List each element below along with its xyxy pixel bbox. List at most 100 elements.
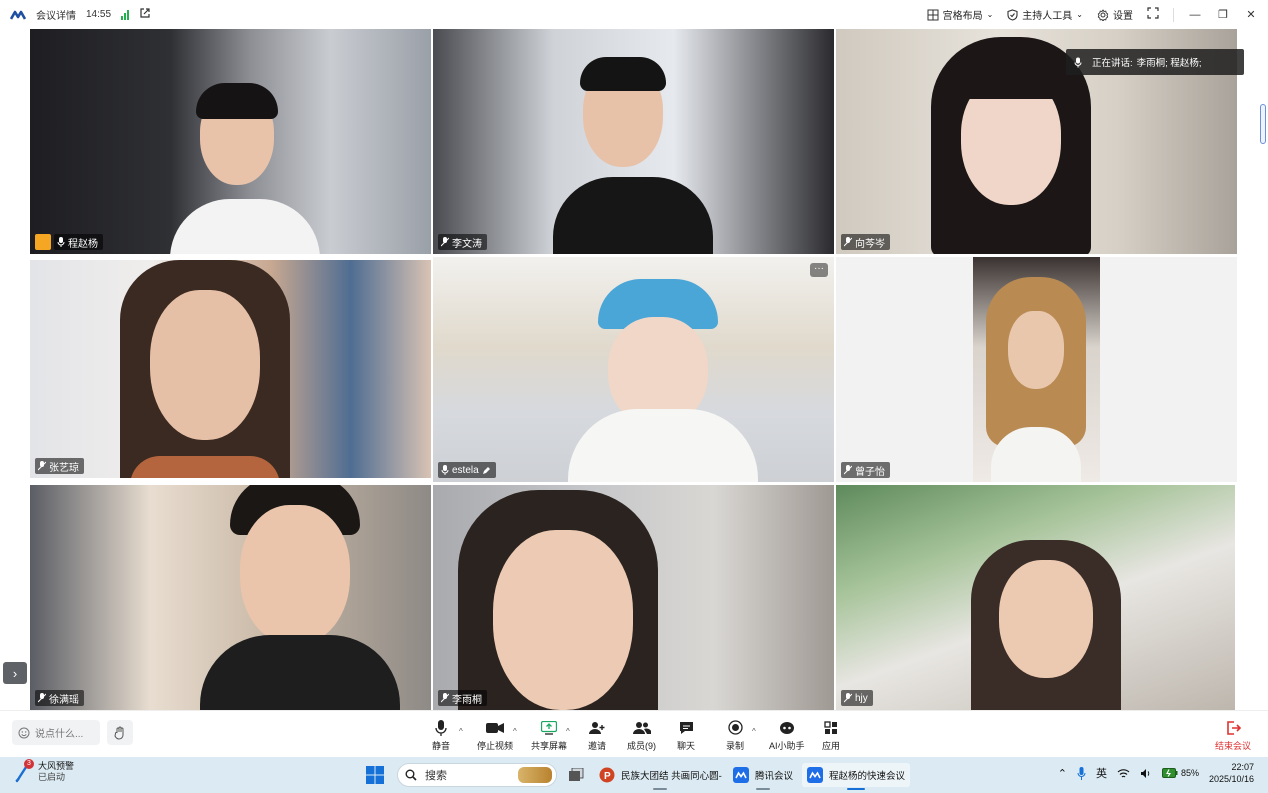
ai-assistant-label: AI小助手	[769, 741, 805, 751]
taskbar-search[interactable]: 搜索	[397, 763, 557, 787]
task-view-icon	[569, 768, 584, 781]
pencil-icon	[482, 466, 490, 474]
share-options-caret[interactable]: ^	[566, 727, 570, 736]
raise-hand-button[interactable]	[107, 720, 133, 745]
share-screen-button[interactable]: 共享屏幕	[531, 719, 567, 752]
participant-name-tag: 张艺琼	[35, 458, 84, 474]
title-bar: 会议详情 14:55 宫格布局 ⌄ 主持人工具 ⌄ 设置 — ❐ ✕	[0, 0, 1268, 29]
participant-name-tag: 李雨桐	[438, 690, 487, 706]
video-grid: 程赵杨 李文涛 向芩岑 张艺琼 ··· estela 曾子怡 徐满瑶 李雨桐 h…	[0, 29, 1268, 710]
external-link-icon[interactable]	[139, 7, 151, 22]
hand-icon	[114, 726, 124, 740]
add-user-icon	[589, 721, 605, 734]
taskbar-task-view[interactable]	[563, 763, 589, 787]
end-meeting-button[interactable]: 结束会议	[1215, 719, 1251, 752]
video-tile[interactable]: 徐满瑶	[30, 485, 431, 710]
mute-label: 静音	[432, 741, 451, 751]
chat-label: 聊天	[677, 741, 696, 751]
taskbar-app-quick-meeting[interactable]: 程赵杨的快速会议	[802, 763, 911, 790]
chevron-up-icon[interactable]: ⌃	[1058, 767, 1067, 780]
microphone-tray-icon[interactable]	[1077, 766, 1086, 780]
video-tile[interactable]: ··· estela	[433, 257, 834, 482]
participant-name: 程赵杨	[68, 238, 98, 250]
participant-name-tag: hjy	[841, 690, 873, 706]
taskbar-app-tencent-meeting[interactable]: 腾讯会议	[728, 763, 798, 790]
record-button[interactable]: 录制	[726, 719, 744, 752]
chat-button[interactable]: 聊天	[677, 719, 695, 752]
apps-button[interactable]: 应用	[822, 719, 840, 752]
video-tile[interactable]: 李文涛	[433, 29, 834, 254]
mic-icon	[441, 465, 449, 475]
powerpoint-title: 民族大团结 共画同心圆-	[621, 771, 722, 782]
start-button[interactable]	[366, 766, 384, 787]
divider	[1173, 7, 1174, 22]
settings-label: 设置	[1113, 11, 1133, 22]
system-clock[interactable]: 22:07 2025/10/16	[1209, 761, 1254, 785]
participant-name-tag: 程赵杨	[54, 234, 103, 250]
meeting-duration: 14:55	[86, 9, 112, 20]
participant-name-tag: 徐满瑶	[35, 690, 84, 706]
participant-face	[568, 279, 758, 482]
participant-name-tag: 向芩岑	[841, 234, 890, 250]
more-options-button[interactable]: ···	[810, 263, 828, 277]
mic-muted-icon	[844, 465, 852, 475]
input-method-indicator[interactable]: 英	[1096, 765, 1107, 781]
video-tile[interactable]: 程赵杨	[30, 29, 431, 254]
mic-muted-icon	[844, 237, 852, 247]
mic-muted-icon	[441, 237, 449, 247]
svg-text:P: P	[604, 771, 611, 782]
system-tray: ⌃ 英 85% 22:07 2025/10/16	[1058, 761, 1254, 785]
taskbar-app-powerpoint[interactable]: P 民族大团结 共画同心圆-	[594, 763, 727, 790]
mic-icon	[1074, 57, 1082, 67]
mute-options-caret[interactable]: ^	[459, 727, 463, 736]
mute-button[interactable]: 静音	[432, 719, 450, 752]
mic-icon	[435, 719, 447, 736]
running-indicator	[756, 788, 770, 790]
participant-name-tag: 曾子怡	[841, 462, 890, 478]
signal-strength-icon[interactable]	[121, 9, 130, 20]
video-camera-icon	[486, 722, 504, 733]
record-options-caret[interactable]: ^	[752, 727, 756, 736]
video-tile[interactable]: 曾子怡	[836, 257, 1237, 482]
weather-widget[interactable]: 3 大风预警 已启动	[14, 759, 74, 783]
quick-chat-input[interactable]: 说点什么...	[12, 720, 100, 745]
participant-name: 曾子怡	[855, 466, 885, 478]
fullscreen-icon[interactable]	[1147, 7, 1159, 22]
members-label: 成员(9)	[627, 741, 656, 751]
layout-button[interactable]: 宫格布局 ⌄	[927, 7, 994, 22]
meeting-details-link[interactable]: 会议详情	[36, 7, 76, 22]
scrollbar[interactable]	[1260, 104, 1266, 144]
settings-button[interactable]: 设置	[1097, 7, 1133, 22]
windows-logo-icon	[366, 766, 384, 784]
close-button[interactable]: ✕	[1244, 8, 1258, 22]
ai-assistant-button[interactable]: AI小助手	[769, 719, 805, 752]
host-tools-button[interactable]: 主持人工具 ⌄	[1007, 7, 1083, 22]
members-button[interactable]: 成员(9)	[627, 719, 656, 752]
invite-label: 邀请	[588, 741, 607, 751]
participant-face	[200, 485, 400, 710]
mic-muted-icon	[441, 693, 449, 703]
wifi-icon[interactable]	[1117, 768, 1130, 779]
video-tile[interactable]: hjy	[836, 485, 1235, 710]
chat-bubble-icon	[679, 721, 693, 734]
invite-button[interactable]: 邀请	[588, 719, 606, 752]
tencent-meeting-logo	[10, 10, 26, 20]
battery-indicator[interactable]: 85%	[1161, 768, 1199, 778]
clock-time: 22:07	[1231, 762, 1254, 772]
minimize-button[interactable]: —	[1188, 8, 1202, 22]
stop-video-button[interactable]: 停止视频	[477, 719, 513, 752]
video-tile-active-speaker[interactable]: 李雨桐	[433, 485, 834, 710]
video-options-caret[interactable]: ^	[513, 727, 517, 736]
tencent-meeting-icon	[807, 767, 823, 783]
restore-button[interactable]: ❐	[1216, 8, 1230, 22]
ai-robot-icon	[779, 721, 794, 734]
chevron-down-icon: ⌄	[986, 10, 994, 19]
running-indicator	[653, 788, 668, 790]
participant-name: 李文涛	[452, 238, 482, 250]
expand-panel-button[interactable]: ›	[3, 662, 27, 684]
speaker-icon[interactable]	[1140, 768, 1152, 779]
tencent-meeting-icon	[733, 767, 749, 783]
video-tile[interactable]: 张艺琼	[30, 260, 431, 478]
participant-name-tag: estela	[438, 462, 496, 478]
participant-face	[170, 83, 320, 254]
